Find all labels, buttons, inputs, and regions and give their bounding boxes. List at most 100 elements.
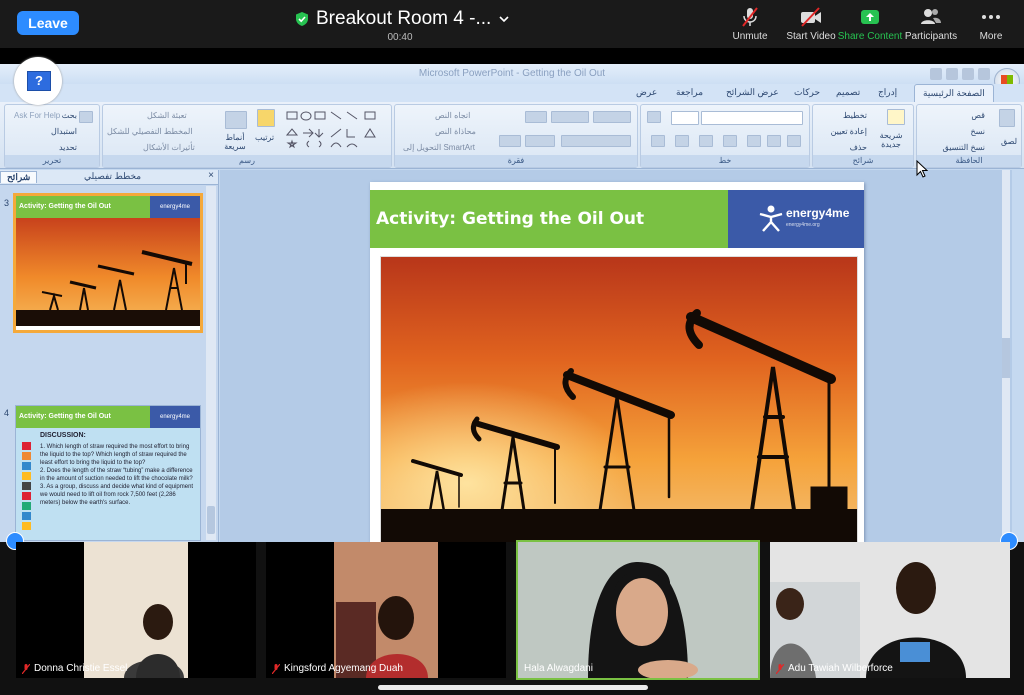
format-painter-button[interactable]: نسخ التنسيق xyxy=(943,143,985,152)
drawing-group-label: رسم xyxy=(103,155,391,167)
replace-button[interactable]: استبدال xyxy=(51,127,77,136)
tab-slideshow[interactable]: عرض الشرائح xyxy=(726,87,779,98)
participant-tile[interactable]: Kingsford Agyemang Duah xyxy=(266,542,506,678)
editing-group-label: تحرير xyxy=(5,155,99,167)
tab-slides[interactable]: شرائح xyxy=(0,171,38,183)
quick-styles-button[interactable]: أنماط سريعة xyxy=(221,133,249,151)
scroll-thumb[interactable] xyxy=(207,506,215,534)
convert-smartart-button[interactable]: التحويل إلى SmartArt xyxy=(403,143,475,152)
columns-icon[interactable] xyxy=(499,135,521,147)
delete-button[interactable]: حذف xyxy=(850,143,867,152)
more-button[interactable]: More xyxy=(957,6,1024,42)
unmute-label: Unmute xyxy=(732,31,768,42)
item-icon xyxy=(22,442,31,450)
participant-tile[interactable]: Adu Tawiah Wilberforce xyxy=(770,542,1010,678)
change-case-icon[interactable] xyxy=(675,135,689,147)
shape-fill-button[interactable]: تعبئة الشكل xyxy=(147,111,187,120)
ribbon: قص نسخ نسخ التنسيق لصق الحافظة تخطيط إعا… xyxy=(0,102,1024,169)
participant-tile[interactable]: Donna Christie Essel xyxy=(16,542,256,678)
text-direction-button[interactable]: اتجاه النص xyxy=(435,111,470,120)
shape-outline-button[interactable]: المخطط التفصيلي للشكل xyxy=(107,127,193,136)
thumb-brand: energy4me xyxy=(150,196,200,218)
tab-home[interactable]: الصفحة الرئيسية xyxy=(914,84,994,102)
clipboard-group-label: الحافظة xyxy=(917,155,1021,167)
slides-group-label: شرائح xyxy=(813,155,913,167)
paste-icon xyxy=(999,109,1015,127)
arrange-button[interactable]: ترتيب xyxy=(255,133,274,142)
participant-name: Kingsford Agyemang Duah xyxy=(284,663,403,674)
select-button[interactable]: تحديد xyxy=(59,143,77,152)
participant-name-label: Donna Christie Essel xyxy=(22,663,127,674)
dropdown-icon[interactable] xyxy=(930,68,942,80)
font-name-box[interactable] xyxy=(701,111,803,125)
shape-effects-button[interactable]: تأثيرات الأشكال xyxy=(143,143,195,152)
clear-format-icon[interactable] xyxy=(647,111,661,123)
tab-design[interactable]: تصميم xyxy=(836,87,860,98)
start-video-button[interactable]: Start Video xyxy=(777,6,845,42)
share-content-button[interactable]: Share Content xyxy=(836,6,904,42)
copy-button[interactable]: نسخ xyxy=(970,127,985,136)
meeting-timer: 00:40 xyxy=(387,32,413,43)
pane-scrollbar[interactable] xyxy=(206,186,216,540)
more-label: More xyxy=(979,31,1003,42)
participant-name-label: Adu Tawiah Wilberforce xyxy=(776,663,893,674)
redo-icon[interactable] xyxy=(946,68,958,80)
slide-thumbnail-3[interactable]: Activity: Getting the Oil Out energy4me xyxy=(13,193,203,333)
participants-strip: Donna Christie Essel Kingsford Agyemang … xyxy=(0,532,1024,695)
chevron-down-icon[interactable] xyxy=(499,15,509,23)
new-slide-button[interactable]: شريحة جديدة xyxy=(871,131,911,149)
slides-pane: شرائح مخطط تفصيلي × 3 Activity: Getting … xyxy=(0,170,219,542)
mic-muted-icon xyxy=(742,7,758,27)
breakout-room-title[interactable]: Breakout Room 4 -... xyxy=(296,8,509,30)
font-size-box[interactable] xyxy=(671,111,699,125)
paste-button[interactable]: لصق xyxy=(1001,137,1017,146)
tab-review[interactable]: مراجعة xyxy=(676,87,703,98)
underline-icon[interactable] xyxy=(767,135,781,147)
energy4me-logo-icon xyxy=(759,205,783,232)
arrange-icon xyxy=(257,109,275,127)
alignment-icon[interactable] xyxy=(561,135,631,147)
scroll-thumb[interactable] xyxy=(1002,338,1010,378)
powerpoint-window: Microsoft PowerPoint - Getting the Oil O… xyxy=(0,64,1024,542)
indent-icon[interactable] xyxy=(525,135,555,147)
zoom-toolbar: Leave Breakout Room 4 -... 00:40 Unmute … xyxy=(0,0,1024,48)
slide-number-3: 3 xyxy=(4,198,10,208)
help-button[interactable]: ? xyxy=(14,57,62,105)
tab-view[interactable]: عرض xyxy=(636,87,657,98)
cut-button[interactable]: قص xyxy=(971,111,985,120)
undo-icon[interactable] xyxy=(962,68,974,80)
find-button[interactable]: بحث xyxy=(62,111,77,120)
shadow-icon[interactable] xyxy=(747,135,761,147)
home-indicator[interactable] xyxy=(378,685,648,690)
font-color-icon[interactable] xyxy=(651,135,665,147)
spacing-icon[interactable] xyxy=(699,135,713,147)
align-text-button[interactable]: محاذاة النص xyxy=(435,127,476,136)
mic-muted-icon xyxy=(776,663,784,674)
line-spacing-icon[interactable] xyxy=(525,111,547,123)
discussion-item: 2. Does the length of the straw “tubing”… xyxy=(40,468,193,482)
thumb-brand: energy4me xyxy=(150,406,200,428)
close-pane-icon[interactable]: × xyxy=(208,170,214,181)
tab-insert[interactable]: إدراج xyxy=(878,87,897,98)
layout-button[interactable]: تخطيط xyxy=(843,111,867,120)
bold-icon[interactable] xyxy=(787,135,801,147)
reset-button[interactable]: إعادة تعيين xyxy=(831,127,867,136)
participant-video xyxy=(266,542,506,678)
unmute-button[interactable]: Unmute xyxy=(716,6,784,42)
stage-scrollbar[interactable] xyxy=(1002,170,1010,542)
room-title-text: Breakout Room 4 -... xyxy=(316,8,492,29)
participant-name-label: Kingsford Agyemang Duah xyxy=(272,663,403,674)
tab-animations[interactable]: حركات xyxy=(794,87,820,98)
participant-name-label: Hala Alwagdani xyxy=(524,663,593,674)
participant-tile-active-speaker[interactable]: Hala Alwagdani xyxy=(516,540,760,680)
bullets-icon[interactable] xyxy=(593,111,631,123)
current-slide[interactable]: Activity: Getting the Oil Out energy4me … xyxy=(370,182,864,542)
list-icon[interactable] xyxy=(551,111,589,123)
tab-outline[interactable]: مخطط تفصيلي xyxy=(78,171,147,182)
participants-button[interactable]: Participants xyxy=(897,6,965,42)
slide-thumbnail-4[interactable]: Activity: Getting the Oil Out energy4me … xyxy=(15,405,201,541)
save-icon[interactable] xyxy=(978,68,990,80)
item-icon xyxy=(22,492,31,500)
strike-icon[interactable] xyxy=(723,135,737,147)
shapes-gallery[interactable] xyxy=(285,109,385,149)
